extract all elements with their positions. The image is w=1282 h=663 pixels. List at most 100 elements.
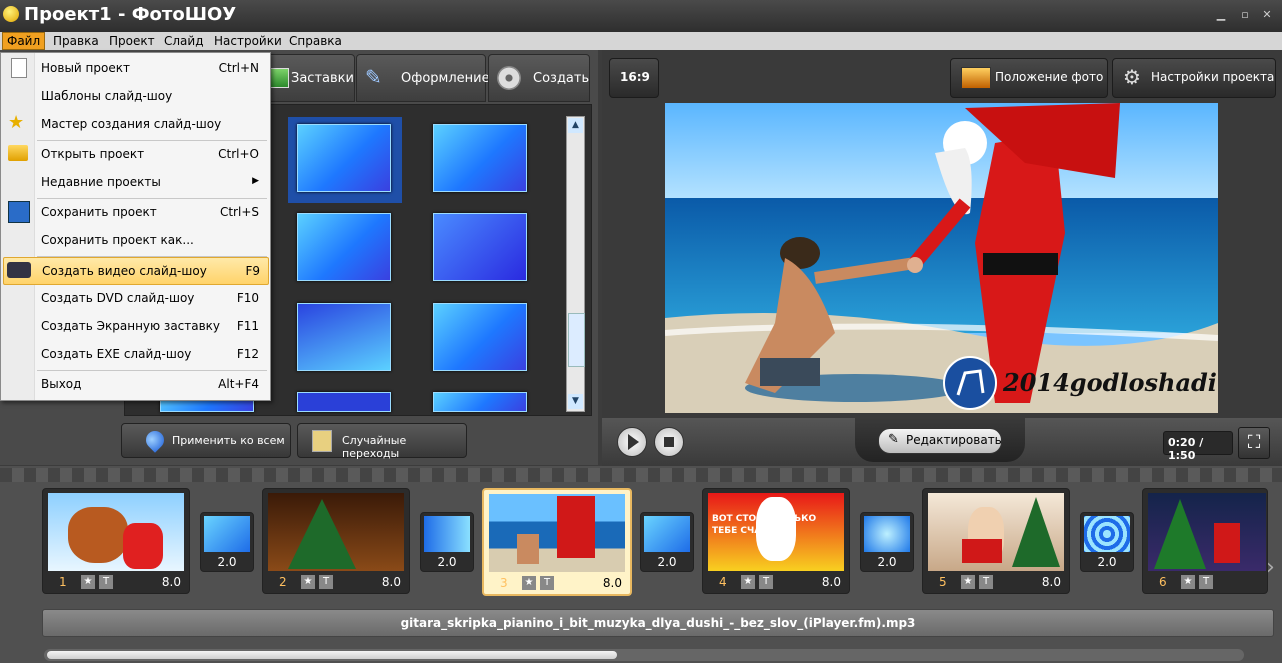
random-transitions-button[interactable]: Случайные переходы [297,423,467,460]
stop-button[interactable] [654,427,684,457]
menu-item-shortcut: F12 [236,347,259,361]
slide-duration: 8.0 [1041,575,1061,589]
text-icon[interactable]: T [540,576,554,590]
tab-create[interactable]: Создать [488,54,590,102]
timeline-slide-selected[interactable]: 3 ★ T 8.0 [482,488,632,596]
slide-duration: 8.0 [381,575,401,589]
menu-item-create-dvd[interactable]: Создать DVD слайд-шоу F10 [3,285,267,311]
slide-duration: 8.0 [821,575,841,589]
menu-help[interactable]: Справка [285,32,346,50]
transition-icon [1084,516,1130,552]
apply-all-button[interactable]: Применить ко всем [121,423,291,458]
timeline-transition[interactable]: 2.0 [1080,512,1134,572]
menu-item-new-project[interactable]: Новый проект Ctrl+N [3,55,267,81]
transition-thumbnail[interactable] [433,392,527,412]
timeline-slide[interactable]: ВОТ СТОООООЛЬКО ТЕБЕ СЧАСТЬЯ 4 ★ T 8.0 [702,488,850,594]
scroll-down-icon[interactable]: ▼ [568,394,583,409]
transitions-scrollbar[interactable]: ▲ ▼ [566,116,585,412]
minimize-icon[interactable]: ▁ [1212,6,1230,24]
close-icon[interactable]: ✕ [1258,6,1276,24]
menu-item-recent-projects[interactable]: Недавние проекты ▶ [3,169,267,195]
star-icon[interactable]: ★ [1181,575,1195,589]
play-button[interactable] [617,427,647,457]
timeline-transition[interactable]: 2.0 [420,512,474,572]
menu-item-wizard[interactable]: ★ Мастер создания слайд-шоу [3,111,267,137]
text-icon[interactable]: T [1199,575,1213,589]
menu-item-shortcut: Ctrl+O [218,147,259,161]
timeline-transition[interactable]: 2.0 [200,512,254,572]
photo-position-button[interactable]: Положение фото [950,58,1108,98]
text-icon[interactable]: T [99,575,113,589]
file-menu-dropdown: Новый проект Ctrl+N Шаблоны слайд-шоу ★ … [0,52,271,401]
menu-item-label: Создать EXE слайд-шоу [41,347,192,361]
menu-item-shortcut: F9 [245,264,260,278]
timeline-scroll-thumb[interactable] [47,651,617,659]
transition-thumbnail[interactable] [297,392,391,412]
timeline-transition[interactable]: 2.0 [640,512,694,572]
menu-slide[interactable]: Слайд [160,32,208,50]
menu-edit[interactable]: Правка [49,32,103,50]
transition-duration: 2.0 [877,555,897,569]
menu-item-label: Создать видео слайд-шоу [42,264,207,278]
slide-duration: 8.0 [161,575,181,589]
timeline-slide[interactable]: 6 ★ T [1142,488,1268,594]
transition-thumbnail[interactable] [433,213,527,281]
star-icon[interactable]: ★ [522,576,536,590]
dice-icon [312,430,332,452]
transition-thumbnail[interactable] [433,303,527,371]
slide-caption: ВОТ СТОООООЛЬКО ТЕБЕ СЧАСТЬЯ [712,514,817,536]
menu-item-create-video[interactable]: Создать видео слайд-шоу F9 [3,257,269,285]
menu-settings[interactable]: Настройки [210,32,286,50]
scroll-right-icon[interactable]: › [1266,555,1280,583]
menu-project[interactable]: Проект [105,32,159,50]
fullscreen-icon[interactable]: ⛶ [1238,427,1270,459]
floppy-icon [8,201,30,223]
music-track-label: gitara_skripka_pianino_i_bit_muzyka_dlya… [400,616,916,630]
menu-item-open-project[interactable]: Открыть проект Ctrl+O [3,141,267,167]
transition-thumbnail[interactable] [297,124,391,192]
transition-icon [864,516,910,552]
menu-item-save-project[interactable]: Сохранить проект Ctrl+S [3,199,267,225]
star-icon[interactable]: ★ [81,575,95,589]
star-icon[interactable]: ★ [301,575,315,589]
menu-file[interactable]: Файл [2,32,46,50]
menu-item-create-screensaver[interactable]: Создать Экранную заставку F11 [3,313,267,339]
transition-thumbnail[interactable] [297,213,391,281]
tab-design[interactable]: ✎ Оформление [356,54,490,102]
transition-thumbnail[interactable] [297,303,391,371]
edit-button[interactable]: ✎ Редактировать [878,428,1002,454]
aspect-ratio-button[interactable]: 16:9 [609,58,659,98]
text-icon[interactable]: T [979,575,993,589]
text-icon[interactable]: T [759,575,773,589]
project-settings-button[interactable]: ⚙ Настройки проекта [1112,58,1276,98]
transition-icon [204,516,250,552]
slide-number: 2 [279,575,287,589]
timeline-slide[interactable]: 1 ★ T 8.0 [42,488,190,594]
scroll-up-icon[interactable]: ▲ [568,118,583,133]
menu-item-create-exe[interactable]: Создать EXE слайд-шоу F12 [3,341,267,367]
slide-thumbnail [928,493,1064,571]
beach-santa-photo [665,103,1218,413]
menu-item-templates[interactable]: Шаблоны слайд-шоу [3,83,267,109]
camera-icon [7,262,31,278]
transition-thumbnail[interactable] [433,124,527,192]
transition-duration: 2.0 [437,555,457,569]
music-track[interactable]: gitara_skripka_pianino_i_bit_muzyka_dlya… [42,609,1274,637]
slide-thumbnail [48,493,184,571]
star-icon[interactable]: ★ [741,575,755,589]
scroll-thumb[interactable] [568,313,585,367]
photo-frame-icon [961,67,991,89]
timeline-slide[interactable]: 5 ★ T 8.0 [922,488,1070,594]
timeline-slide[interactable]: 2 ★ T 8.0 [262,488,410,594]
timeline-transition[interactable]: 2.0 [860,512,914,572]
stop-icon [664,437,674,447]
star-icon[interactable]: ★ [961,575,975,589]
slide-preview[interactable]: 2014godloshadi [665,103,1218,413]
transition-icon [644,516,690,552]
time-label: 0:20 / 1:50 [1168,436,1204,462]
slide-number: 5 [939,575,947,589]
menu-item-save-as[interactable]: Сохранить проект как... [3,227,267,253]
maximize-icon[interactable]: ▫ [1236,6,1254,24]
text-icon[interactable]: T [319,575,333,589]
menu-item-exit[interactable]: Выход Alt+F4 [3,371,267,397]
